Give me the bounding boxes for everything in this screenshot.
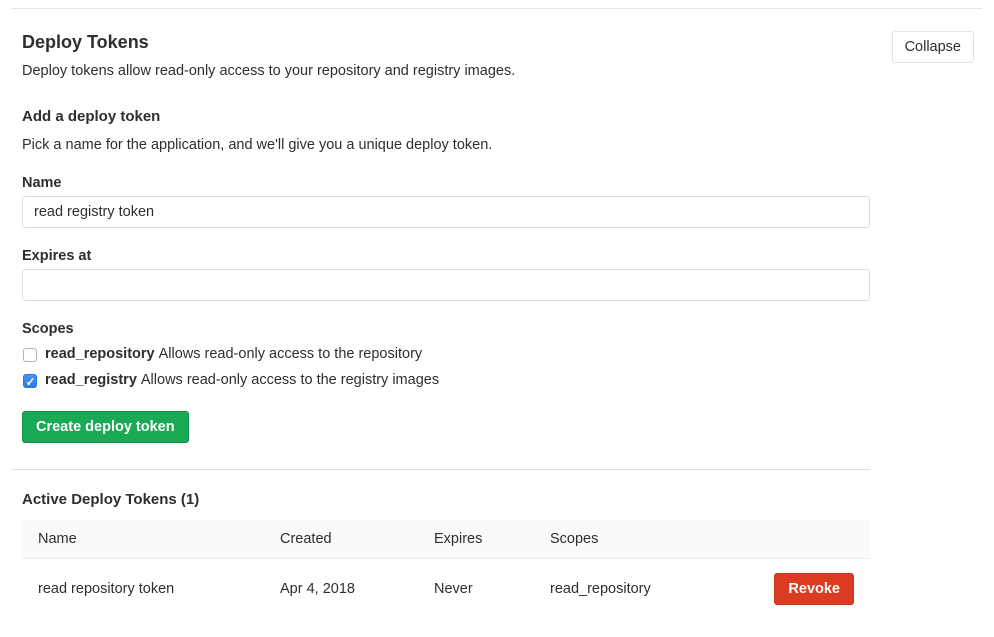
scope-description: Allows read-only access to the registry … [141, 372, 439, 388]
active-tokens-heading: Active Deploy Tokens (1) [22, 490, 892, 510]
form-table-divider [12, 469, 870, 470]
page-title: Deploy Tokens [22, 31, 515, 53]
name-input[interactable] [22, 196, 870, 228]
section-header: Deploy Tokens Deploy tokens allow read-o… [0, 9, 994, 81]
table-row: read repository token Apr 4, 2018 Never … [22, 559, 870, 620]
expires-field-label: Expires at [22, 246, 892, 266]
token-expires-cell: Never [418, 559, 534, 620]
column-header-created: Created [264, 520, 418, 559]
name-field-label: Name [22, 173, 892, 193]
form-subheading: Pick a name for the application, and we'… [22, 135, 892, 155]
scope-option-read-repository[interactable]: read_repositoryAllows read-only access t… [22, 344, 892, 365]
scope-description: Allows read-only access to the repositor… [159, 346, 423, 362]
scopes-label: Scopes [22, 319, 892, 339]
form-heading: Add a deploy token [22, 107, 892, 127]
token-name-cell: read repository token [22, 559, 264, 620]
column-header-scopes: Scopes [534, 520, 694, 559]
token-created-cell: Apr 4, 2018 [264, 559, 418, 620]
active-tokens-table: Name Created Expires Scopes read reposit… [22, 520, 870, 619]
column-header-actions [694, 520, 870, 559]
column-header-expires: Expires [418, 520, 534, 559]
scope-option-text: read_registryAllows read-only access to … [45, 370, 439, 391]
table-header-row: Name Created Expires Scopes [22, 520, 870, 559]
token-scopes-cell: read_repository [534, 559, 694, 620]
scopes-group: Scopes read_repositoryAllows read-only a… [22, 319, 892, 391]
collapse-button[interactable]: Collapse [892, 31, 974, 63]
scope-name: read_registry [45, 372, 137, 388]
scope-option-text: read_repositoryAllows read-only access t… [45, 344, 422, 365]
page-description: Deploy tokens allow read-only access to … [22, 61, 515, 81]
scope-option-read-registry[interactable]: read_registryAllows read-only access to … [22, 370, 892, 391]
deploy-token-form-section: Add a deploy token Pick a name for the a… [0, 107, 892, 619]
token-action-cell: Revoke [694, 559, 870, 620]
create-deploy-token-button[interactable]: Create deploy token [22, 411, 189, 443]
section-title-block: Deploy Tokens Deploy tokens allow read-o… [22, 31, 515, 81]
revoke-button[interactable]: Revoke [774, 573, 854, 605]
scope-name: read_repository [45, 346, 155, 362]
read-registry-checkbox[interactable] [23, 374, 37, 388]
read-repository-checkbox[interactable] [23, 348, 37, 362]
expires-input[interactable] [22, 269, 870, 301]
column-header-name: Name [22, 520, 264, 559]
